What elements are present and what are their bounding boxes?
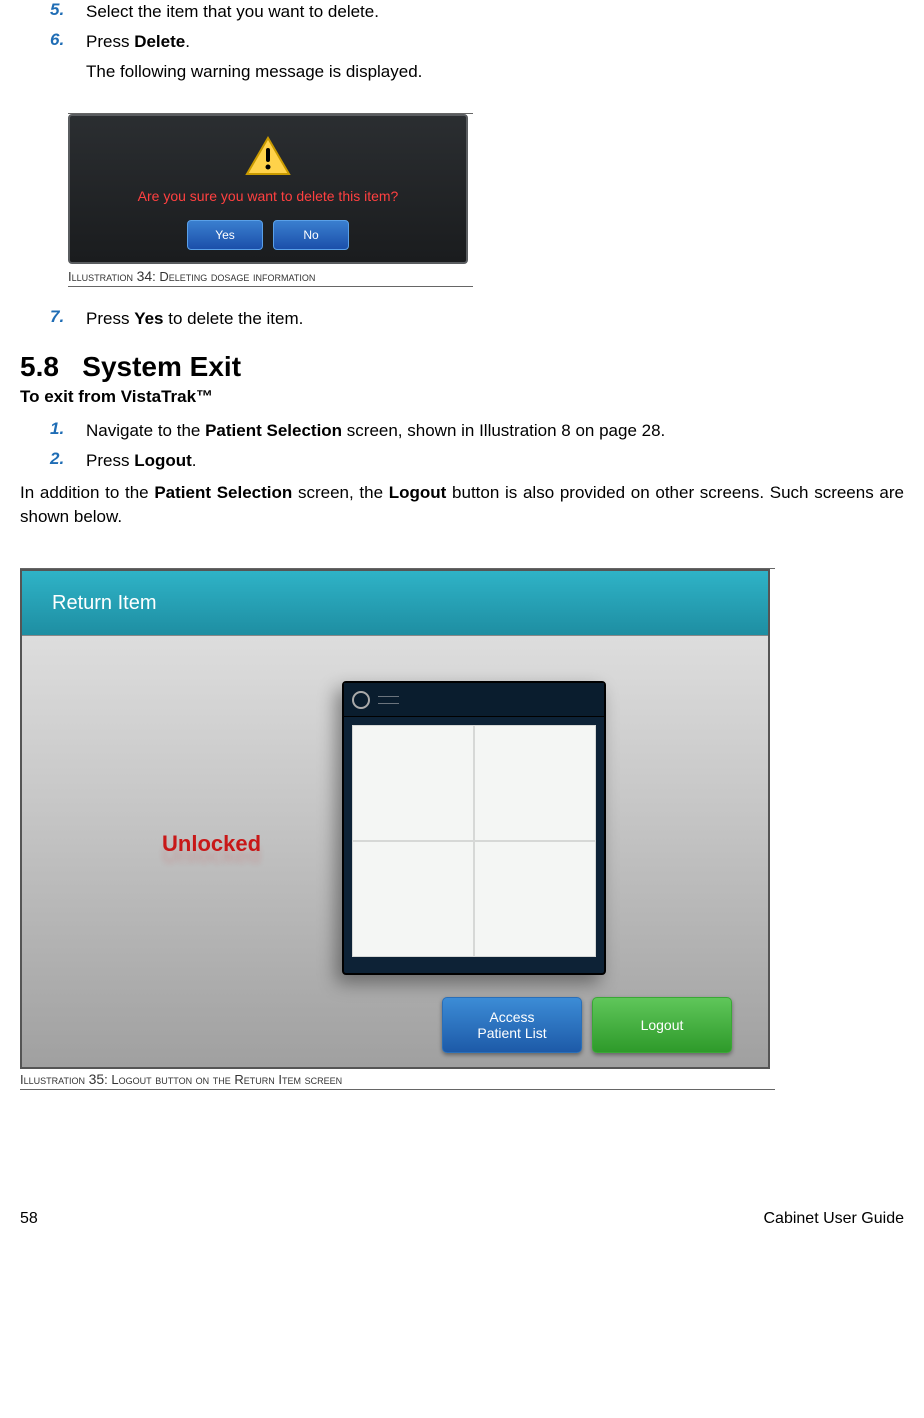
- step-text: Press Delete.: [86, 30, 904, 54]
- dialog-message: Are you sure you want to delete this ite…: [70, 188, 466, 204]
- no-button[interactable]: No: [273, 220, 349, 250]
- step-number: 2.: [50, 449, 86, 473]
- return-item-header: Return Item: [22, 571, 768, 636]
- yes-button[interactable]: Yes: [187, 220, 263, 250]
- delete-confirm-dialog: Are you sure you want to delete this ite…: [68, 114, 468, 264]
- step: 6.Press Delete.: [20, 30, 904, 54]
- logout-button[interactable]: Logout: [592, 997, 732, 1053]
- access-patient-list-button[interactable]: AccessPatient List: [442, 997, 582, 1053]
- step-followup: The following warning message is display…: [20, 60, 904, 84]
- addition-paragraph: In addition to the Patient Selection scr…: [20, 481, 904, 529]
- cabinet-image: ——————: [342, 681, 606, 975]
- step-text: Press Yes to delete the item.: [86, 307, 904, 331]
- illustration-35-caption: Illustration 35: Logout button on the Re…: [20, 1071, 904, 1087]
- page-number: 58: [20, 1210, 38, 1228]
- step: 5.Select the item that you want to delet…: [20, 0, 904, 24]
- step-number: 6.: [50, 30, 86, 54]
- step: 2.Press Logout.: [20, 449, 904, 473]
- step-number: 5.: [50, 0, 86, 24]
- return-item-screen: Return Item Unlocked —————— AccessPatien…: [20, 569, 770, 1069]
- step: 1.Navigate to the Patient Selection scre…: [20, 419, 904, 443]
- section-subhead: To exit from VistaTrak™: [20, 387, 904, 407]
- unlocked-label: Unlocked: [162, 831, 261, 857]
- section-heading: 5.8 System Exit: [20, 351, 904, 383]
- step-text: Navigate to the Patient Selection screen…: [86, 419, 904, 443]
- step-text: Select the item that you want to delete.: [86, 0, 904, 24]
- doc-title: Cabinet User Guide: [763, 1210, 904, 1228]
- step: 7.Press Yes to delete the item.: [20, 307, 904, 331]
- step-number: 1.: [50, 419, 86, 443]
- warning-icon: [245, 136, 291, 176]
- step-number: 7.: [50, 307, 86, 331]
- illustration-34-caption: Illustration 34: Deleting dosage informa…: [68, 266, 904, 284]
- step-text: Press Logout.: [86, 449, 904, 473]
